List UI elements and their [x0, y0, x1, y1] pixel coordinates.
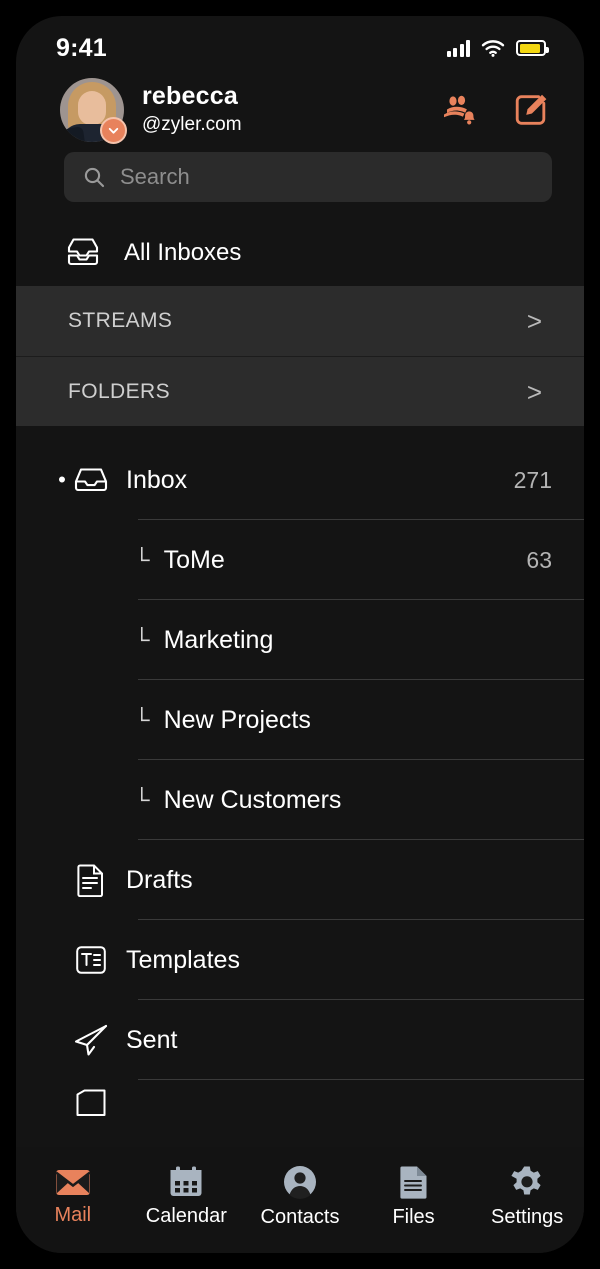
- section-streams[interactable]: STREAMS >: [16, 286, 584, 356]
- all-inboxes-label: All Inboxes: [124, 239, 242, 266]
- tab-files[interactable]: Files: [357, 1165, 471, 1229]
- mailbox-row-sent[interactable]: • Sent: [16, 1000, 584, 1080]
- compose-pencil-square-icon: [515, 94, 547, 125]
- tab-label: Mail: [54, 1204, 92, 1226]
- mailbox-row-partial[interactable]: •: [16, 1080, 584, 1120]
- mailbox-row-new-customers[interactable]: └ New Customers: [16, 760, 584, 840]
- mailbox-name: Templates: [126, 945, 240, 974]
- tab-calendar[interactable]: Calendar: [130, 1166, 244, 1228]
- account-name: rebecca: [142, 82, 238, 111]
- chevron-down-icon[interactable]: [100, 117, 127, 144]
- folder-icon: [70, 1088, 112, 1118]
- cellular-signal-icon: [446, 39, 470, 57]
- status-bar-icons: [446, 39, 549, 57]
- tab-contacts[interactable]: Contacts: [243, 1165, 357, 1229]
- mailbox-count: 63: [526, 546, 552, 573]
- all-inboxes-row[interactable]: All Inboxes: [16, 220, 584, 286]
- tab-label: Calendar: [145, 1205, 227, 1227]
- header-actions: [440, 91, 550, 129]
- compose-button[interactable]: [512, 91, 550, 129]
- mailbox-row-templates[interactable]: • Templates: [16, 920, 584, 1000]
- mailbox-name: Drafts: [126, 865, 193, 894]
- status-bar: 9:41: [16, 16, 584, 72]
- mailbox-name: New Customers: [163, 785, 342, 814]
- phone-frame: 9:41 rebecca @zyler.com Search All Inbox…: [16, 16, 584, 1253]
- battery-icon: [516, 40, 549, 56]
- section-folders[interactable]: FOLDERS >: [16, 356, 584, 426]
- mailbox-row-new-projects[interactable]: └ New Projects: [16, 680, 584, 760]
- mailbox-name: ToMe: [163, 545, 225, 574]
- bottom-tab-bar: Mail Calendar Contacts Files Settings: [16, 1147, 584, 1253]
- section-streams-label: STREAMS: [68, 309, 173, 332]
- people-bell-icon: [444, 95, 475, 125]
- tree-branch-icon: └: [134, 787, 150, 812]
- status-bar-clock: 9:41: [56, 33, 107, 62]
- tree-branch-icon: └: [134, 707, 150, 732]
- template-icon: [70, 944, 112, 976]
- tab-mail[interactable]: Mail: [16, 1167, 130, 1227]
- stacked-inbox-icon: [67, 238, 99, 266]
- tab-label: Files: [392, 1206, 435, 1228]
- tree-branch-icon: └: [134, 547, 150, 572]
- tab-label: Settings: [491, 1206, 564, 1228]
- search-input[interactable]: Search: [120, 164, 190, 190]
- inbox-tray-icon: [70, 466, 112, 494]
- document-icon: [399, 1166, 427, 1199]
- tree-branch-icon: └: [134, 627, 150, 652]
- search-container: Search: [16, 146, 584, 202]
- section-folders-label: FOLDERS: [68, 379, 170, 403]
- mailbox-name: Inbox: [126, 465, 188, 494]
- mailbox-name: New Projects: [163, 705, 311, 734]
- account-switcher[interactable]: [60, 78, 127, 144]
- calendar-icon: [170, 1166, 202, 1196]
- paper-plane-icon: [70, 1023, 112, 1057]
- unread-dot: •: [58, 467, 66, 492]
- account-domain: @zyler.com: [142, 113, 242, 135]
- chevron-right-icon: >: [526, 376, 542, 407]
- search-icon: [84, 167, 105, 188]
- mailbox-list: • Inbox 271 └ ToMe 63 └ Marketing └ New …: [16, 440, 584, 1120]
- draft-document-icon: [70, 863, 112, 897]
- person-circle-icon: [283, 1166, 316, 1199]
- mailbox-count: 271: [513, 466, 552, 493]
- mailbox-name: Marketing: [163, 625, 274, 654]
- mailbox-name: Sent: [126, 1025, 178, 1054]
- mailbox-row-marketing[interactable]: └ Marketing: [16, 600, 584, 680]
- mailbox-row-inbox[interactable]: • Inbox 271: [16, 440, 584, 520]
- mailbox-row-tome[interactable]: └ ToMe 63: [16, 520, 584, 600]
- wifi-icon: [481, 40, 505, 57]
- account-header: rebecca @zyler.com: [16, 72, 584, 146]
- sections-group: STREAMS > FOLDERS >: [16, 286, 584, 426]
- gear-icon: [511, 1166, 541, 1195]
- tab-label: Contacts: [260, 1206, 340, 1228]
- contacts-notifications-button[interactable]: [440, 91, 478, 129]
- mailbox-row-drafts[interactable]: • Drafts: [16, 840, 584, 920]
- search-bar[interactable]: Search: [64, 152, 552, 202]
- envelope-icon: [55, 1170, 91, 1195]
- tab-settings[interactable]: Settings: [470, 1165, 584, 1229]
- chevron-right-icon: >: [526, 306, 542, 336]
- account-identity: rebecca @zyler.com: [142, 82, 440, 137]
